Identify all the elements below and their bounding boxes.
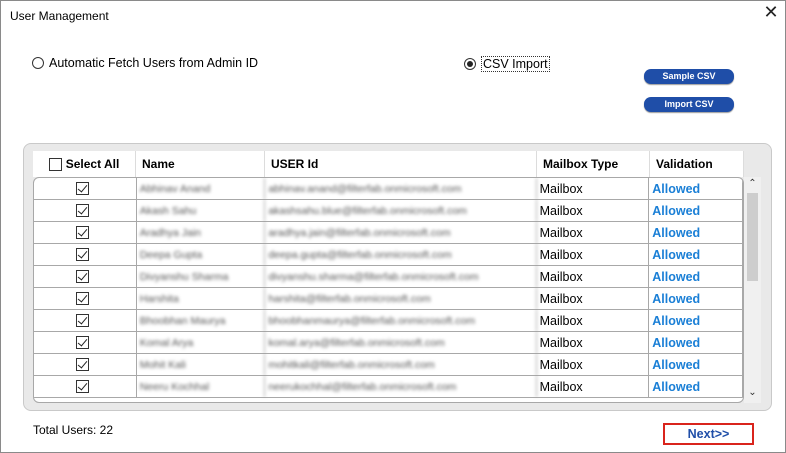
table-header: Select All Name USER Id Mailbox Type Val… (33, 151, 744, 177)
validation-cell: Allowed (649, 332, 743, 353)
vertical-scrollbar[interactable]: ⌃ ⌄ (744, 177, 761, 403)
total-users-label: Total Users: 22 (33, 423, 114, 437)
user-name-cell: Harshita (137, 288, 266, 309)
mailbox-type-cell: Mailbox (537, 200, 650, 221)
mailbox-type-cell: Mailbox (537, 288, 650, 309)
user-name-cell: Divyanshu Sharma (137, 266, 266, 287)
table-row[interactable]: Abhinav Anand abhinav.anand@filterfab.onm… (34, 178, 743, 200)
user-id-cell: aradhya.jain@filterfab.onmicrosoft.com (265, 222, 537, 243)
row-select-cell (34, 178, 137, 199)
row-checkbox[interactable] (76, 292, 90, 305)
table-row[interactable]: Mohit Kali mohitkali@filterfab.onmicrosof… (34, 354, 743, 376)
mailbox-type-cell: Mailbox (537, 332, 650, 353)
validation-cell: Allowed (649, 244, 743, 265)
user-name-cell: Bhoobhan Maurya (137, 310, 266, 331)
mailbox-type-cell: Mailbox (537, 244, 650, 265)
user-id-cell: bhoobhanmaurya@filterfab.onmicrosoft.com (265, 310, 537, 331)
select-all-header[interactable]: Select All (33, 151, 136, 177)
auto-fetch-radio[interactable] (32, 57, 44, 69)
mailbox-type-cell: Mailbox (537, 376, 650, 397)
row-select-cell (34, 222, 137, 243)
user-id-cell: neerukochhal@filterfab.onmicrosoft.com (265, 376, 537, 397)
mailbox-type-cell: Mailbox (537, 354, 650, 375)
row-select-cell (34, 288, 137, 309)
user-id-cell: harshita@filterfab.onmicrosoft.com (265, 288, 537, 309)
close-icon[interactable]: ✕ (763, 3, 779, 21)
validation-cell: Allowed (649, 288, 743, 309)
user-id-cell: divyanshu.sharma@filterfab.onmicrosoft.c… (265, 266, 537, 287)
window-title: User Management (10, 9, 109, 23)
user-name-cell: Akash Sahu (137, 200, 266, 221)
user-management-window: User Management ✕ Automatic Fetch Users … (0, 0, 786, 453)
select-all-checkbox[interactable] (48, 157, 62, 171)
row-checkbox[interactable] (76, 358, 90, 371)
user-id-cell: komal.arya@filterfab.onmicrosoft.com (265, 332, 537, 353)
row-checkbox[interactable] (76, 380, 90, 393)
row-select-cell (34, 200, 137, 221)
table-row[interactable]: Deepa Gupta deepa.gupta@filterfab.onmicro… (34, 244, 743, 266)
sample-csv-button[interactable]: Sample CSV (644, 69, 734, 84)
user-name-cell: Mohit Kali (137, 354, 266, 375)
table-row[interactable]: Harshita harshita@filterfab.onmicrosoft.c… (34, 288, 743, 310)
user-name-cell: Neeru Kochhal (137, 376, 266, 397)
scrollbar-thumb[interactable] (747, 193, 758, 281)
row-select-cell (34, 354, 137, 375)
user-id-cell: mohitkali@filterfab.onmicrosoft.com (265, 354, 537, 375)
next-button[interactable]: Next>> (663, 423, 754, 445)
column-header-user-id[interactable]: USER Id (265, 151, 537, 177)
row-select-cell (34, 266, 137, 287)
user-id-cell: deepa.gupta@filterfab.onmicrosoft.com (265, 244, 537, 265)
row-checkbox[interactable] (76, 336, 90, 349)
next-button-label: Next>> (687, 427, 730, 441)
validation-cell: Allowed (649, 376, 743, 397)
column-header-validation[interactable]: Validation (650, 151, 744, 177)
user-name-cell: Komal Arya (137, 332, 266, 353)
row-checkbox[interactable] (76, 182, 90, 195)
table-row[interactable]: Divyanshu Sharma divyanshu.sharma@filterf… (34, 266, 743, 288)
row-checkbox[interactable] (76, 226, 90, 239)
mailbox-type-cell: Mailbox (537, 266, 650, 287)
scroll-up-icon[interactable]: ⌃ (744, 178, 761, 192)
row-checkbox[interactable] (76, 248, 90, 261)
row-checkbox[interactable] (76, 270, 90, 283)
csv-import-option[interactable]: CSV Import (464, 56, 550, 72)
auto-fetch-label: Automatic Fetch Users from Admin ID (49, 56, 259, 70)
validation-cell: Allowed (649, 178, 743, 199)
column-header-mailbox-type[interactable]: Mailbox Type (537, 151, 650, 177)
row-checkbox[interactable] (76, 314, 90, 327)
user-name-cell: Abhinav Anand (137, 178, 266, 199)
table-row[interactable]: Akash Sahu akashsahu.blue@filterfab.onmic… (34, 200, 743, 222)
user-name-cell: Aradhya Jain (137, 222, 266, 243)
mailbox-type-cell: Mailbox (537, 222, 650, 243)
validation-cell: Allowed (649, 354, 743, 375)
table-row[interactable]: Aradhya Jain aradhya.jain@filterfab.onmic… (34, 222, 743, 244)
column-header-name[interactable]: Name (136, 151, 265, 177)
auto-fetch-option[interactable]: Automatic Fetch Users from Admin ID (32, 56, 258, 70)
user-name-cell: Deepa Gupta (137, 244, 266, 265)
table-row[interactable]: Komal Arya komal.arya@filterfab.onmicroso… (34, 332, 743, 354)
row-select-cell (34, 310, 137, 331)
csv-import-radio[interactable] (464, 58, 476, 70)
row-select-cell (34, 376, 137, 397)
user-id-cell: akashsahu.blue@filterfab.onmicrosoft.com (265, 200, 537, 221)
import-csv-button[interactable]: Import CSV (644, 97, 734, 112)
row-checkbox[interactable] (76, 204, 90, 217)
select-all-label: Select All (65, 157, 120, 171)
validation-cell: Allowed (649, 266, 743, 287)
table-row[interactable]: Bhoobhan Maurya bhoobhanmaurya@filterfab.… (34, 310, 743, 332)
validation-cell: Allowed (649, 200, 743, 221)
mailbox-type-cell: Mailbox (537, 310, 650, 331)
mailbox-type-cell: Mailbox (537, 178, 650, 199)
users-table-body: Abhinav Anand abhinav.anand@filterfab.onm… (33, 177, 744, 403)
validation-cell: Allowed (649, 310, 743, 331)
validation-cell: Allowed (649, 222, 743, 243)
table-row[interactable]: Neeru Kochhal neerukochhal@filterfab.onmi… (34, 376, 743, 398)
user-id-cell: abhinav.anand@filterfab.onmicrosoft.com (265, 178, 537, 199)
row-select-cell (34, 332, 137, 353)
csv-import-label: CSV Import (481, 56, 550, 72)
row-select-cell (34, 244, 137, 265)
scroll-down-icon[interactable]: ⌄ (744, 387, 761, 401)
